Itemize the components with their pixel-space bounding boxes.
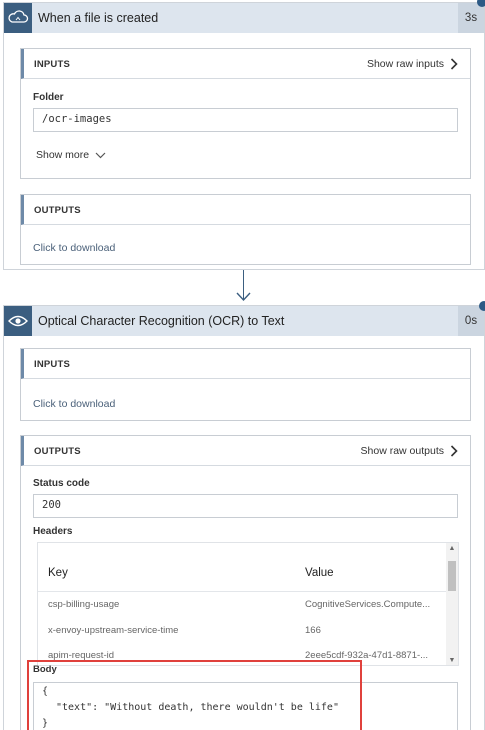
ocr-step-header[interactable]: Optical Character Recognition (OCR) to T…	[4, 301, 485, 336]
ocr-outputs-header: OUTPUTS Show raw outputs	[21, 436, 470, 466]
headers-divider	[38, 591, 446, 592]
folder-field[interactable]: /ocr-images	[33, 108, 458, 132]
ocr-outputs-title: OUTPUTS	[34, 446, 81, 457]
trigger-inputs-section: INPUTS Show raw inputs Folder /ocr-image…	[20, 48, 471, 179]
headers-value-column: Value	[305, 567, 334, 579]
cloud-icon	[4, 3, 32, 33]
headers-table[interactable]: Key Value csp-billing-usage CognitiveSer…	[37, 542, 459, 666]
status-dot	[477, 0, 485, 7]
table-row-value: 166	[305, 625, 321, 636]
ocr-inputs-download-link[interactable]: Click to download	[33, 398, 115, 410]
headers-label: Headers	[33, 526, 73, 537]
scroll-down-icon[interactable]: ▼	[448, 657, 456, 665]
chevron-right-icon	[450, 445, 458, 457]
show-more-label: Show more	[36, 149, 90, 161]
trigger-inputs-header: INPUTS Show raw inputs	[21, 49, 470, 79]
trigger-outputs-download-link[interactable]: Click to download	[33, 242, 115, 254]
trigger-inputs-title: INPUTS	[34, 59, 71, 70]
status-dot	[479, 301, 485, 311]
trigger-duration-badge: 3s	[458, 3, 484, 33]
headers-scrollbar[interactable]: ▲ ▼	[446, 543, 458, 665]
show-raw-outputs-label: Show raw outputs	[360, 445, 444, 457]
highlight-annotation	[27, 660, 362, 730]
ocr-inputs-section: INPUTS Click to download	[20, 348, 471, 421]
folder-label: Folder	[33, 92, 64, 103]
scroll-thumb[interactable]	[448, 561, 456, 591]
headers-key-column: Key	[48, 567, 68, 579]
ocr-step-title: Optical Character Recognition (OCR) to T…	[38, 314, 285, 328]
scroll-up-icon[interactable]: ▲	[448, 545, 456, 553]
table-row-value: CognitiveServices.Compute...	[305, 599, 431, 610]
chevron-right-icon	[450, 58, 458, 70]
show-raw-inputs-link[interactable]: Show raw inputs	[367, 58, 458, 70]
table-row-key: x-envoy-upstream-service-time	[48, 625, 179, 636]
table-row-key: csp-billing-usage	[48, 599, 120, 610]
ocr-inputs-header: INPUTS	[21, 349, 470, 379]
ocr-inputs-title: INPUTS	[34, 359, 71, 370]
show-raw-outputs-link[interactable]: Show raw outputs	[361, 445, 458, 457]
trigger-step-title: When a file is created	[38, 11, 159, 25]
trigger-outputs-title: OUTPUTS	[34, 205, 81, 216]
trigger-step-card: When a file is created 3s INPUTS Show ra…	[3, 2, 485, 270]
status-code-field[interactable]: 200	[33, 494, 458, 518]
status-code-label: Status code	[33, 478, 90, 489]
ocr-duration-badge: 0s	[458, 306, 484, 336]
chevron-down-icon	[95, 152, 106, 158]
eye-icon	[4, 306, 32, 336]
arrow-down-icon	[236, 292, 251, 302]
show-raw-inputs-label: Show raw inputs	[366, 58, 444, 70]
trigger-outputs-header: OUTPUTS	[21, 195, 470, 225]
trigger-step-header[interactable]: When a file is created 3s	[4, 3, 484, 33]
show-more-button[interactable]: Show more	[36, 149, 106, 161]
trigger-outputs-section: OUTPUTS Click to download	[20, 194, 471, 265]
